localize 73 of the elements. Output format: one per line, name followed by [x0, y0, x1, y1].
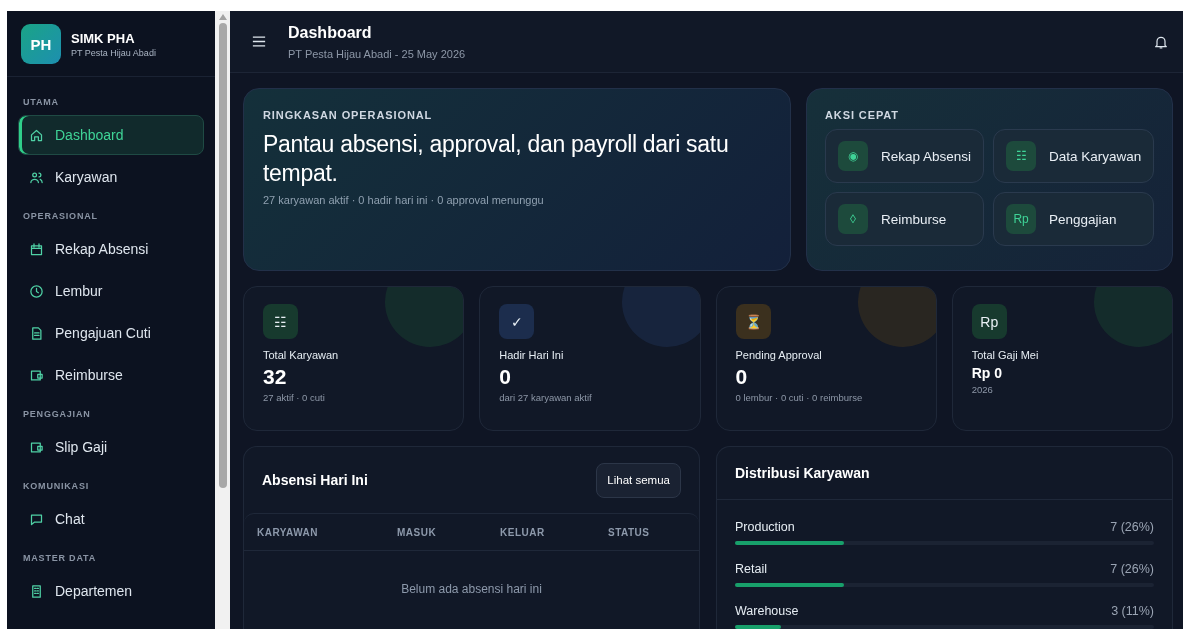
section-heading: UTAMA — [22, 96, 60, 109]
page-title: Dashboard — [288, 23, 373, 42]
card-title: Absensi Hari Ini — [262, 472, 368, 488]
scroll-thumb[interactable] — [218, 23, 227, 488]
stat-label: Total Gaji Mei — [971, 349, 1040, 361]
section-heading: KOMUNIKASI — [22, 480, 90, 493]
sidebar-item[interactable]: Lembur — [18, 271, 204, 311]
column-header: MASUK — [397, 526, 438, 538]
stat-value: 0 — [735, 365, 749, 389]
stat-label: Total Karyawan — [263, 349, 340, 361]
sidebar-item[interactable]: Rekap Absensi — [18, 229, 204, 269]
nav-icon — [29, 283, 44, 299]
stat-label: Pending Approval — [735, 349, 823, 361]
menu-icon[interactable] — [252, 36, 266, 47]
column-header: STATUS — [608, 526, 651, 538]
department-name: Production — [735, 520, 795, 534]
section-heading: OPERASIONAL — [22, 210, 99, 223]
summary-detail: 27 karyawan aktif · 0 hadir hari ini · 0 approval menunggu — [263, 194, 545, 206]
stat-note: 27 aktif · 0 cuti — [263, 392, 326, 403]
sidebar-item[interactable]: Dashboard — [18, 115, 204, 155]
page-subtitle: PT Pesta Hijau Abadi - 25 May 2026 — [288, 47, 467, 60]
department-name: Retail — [735, 562, 767, 576]
empty-message: Belum ada absensi hari ini — [400, 581, 543, 596]
nav-icon — [29, 583, 44, 599]
quick-action-button[interactable]: ☷ Data Karyawan — [993, 129, 1155, 183]
action-icon: ◉ — [838, 141, 868, 171]
nav-icon — [29, 169, 44, 185]
nav-icon — [29, 325, 44, 341]
stat-note: 2026 — [971, 384, 994, 395]
sidebar-item[interactable]: Pengajuan Cuti — [18, 313, 204, 353]
section-heading: MASTER DATA — [22, 552, 97, 565]
card-eyebrow: AKSI CEPAT — [825, 109, 900, 121]
stat-icon: ⏳ — [735, 304, 771, 339]
stat-note: dari 27 karyawan aktif — [499, 392, 593, 403]
column-header: KARYAWAN — [257, 526, 320, 538]
department-name: Warehouse — [735, 604, 799, 618]
action-icon: Rp — [1006, 204, 1037, 234]
department-count: 7 (26%) — [1110, 562, 1154, 576]
stat-note: 0 lembur · 0 cuti · 0 reimburse — [735, 392, 864, 403]
stat-value: Rp 0 — [971, 365, 1004, 381]
headline: Pantau absensi, approval, dan payroll dari satu tempat. — [263, 130, 730, 188]
app-name: SIMK PHA — [71, 30, 136, 46]
quick-action-button[interactable]: Rp Penggajian — [993, 192, 1155, 246]
quick-action-button[interactable]: ◉ Rekap Absensi — [825, 129, 985, 183]
sidebar-item[interactable]: Slip Gaji — [18, 427, 204, 467]
view-all-button[interactable]: Lihat semua — [596, 462, 681, 498]
stat-value: 32 — [263, 365, 288, 389]
nav-icon — [29, 241, 44, 257]
department-count: 7 (26%) — [1110, 520, 1154, 534]
nav-icon — [29, 367, 44, 383]
stat-label: Hadir Hari Ini — [499, 349, 565, 361]
action-icon: ☷ — [1006, 141, 1037, 171]
section-heading: PENGGAJIAN — [22, 408, 92, 421]
column-header: KELUAR — [500, 526, 546, 538]
sidebar-item[interactable]: Departemen — [18, 571, 204, 611]
logo: PH — [21, 24, 61, 64]
sidebar-item[interactable]: Reimburse — [18, 355, 204, 395]
stat-icon: ☷ — [263, 304, 298, 339]
stat-icon: ✓ — [499, 304, 535, 339]
sidebar-item[interactable]: Karyawan — [18, 157, 204, 197]
company-name: PT Pesta Hijau Abadi — [71, 47, 156, 58]
quick-action-button[interactable]: ◊ Reimburse — [825, 192, 985, 246]
card-title: Distribusi Karyawan — [735, 465, 870, 481]
stat-value: 0 — [499, 365, 512, 389]
stat-icon: Rp — [971, 304, 1007, 339]
sidebar-item[interactable]: Chat — [18, 499, 204, 539]
card-eyebrow: RINGKASAN OPERASIONAL — [263, 109, 434, 121]
nav-icon — [29, 511, 44, 527]
nav-icon — [29, 439, 44, 455]
nav-icon — [29, 127, 44, 143]
scrollbar[interactable] — [215, 11, 230, 629]
department-count: 3 (11%) — [1111, 604, 1154, 618]
action-icon: ◊ — [838, 204, 868, 234]
